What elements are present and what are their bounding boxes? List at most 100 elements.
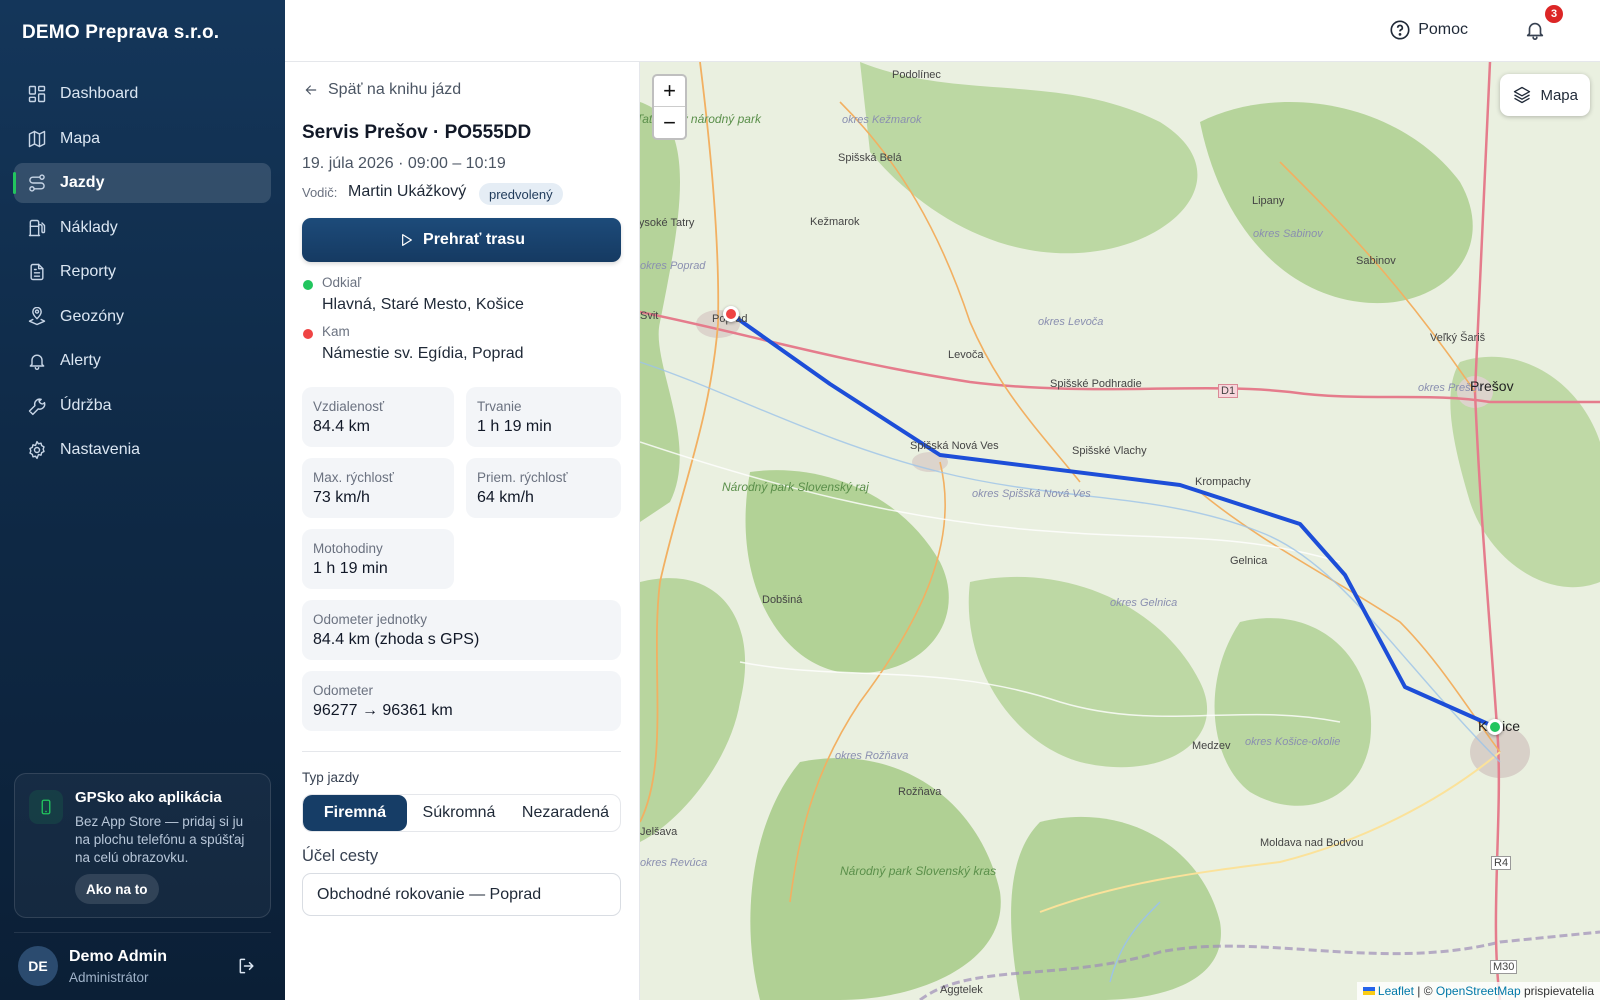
map-label: Podolínec — [892, 69, 941, 81]
divider — [302, 751, 621, 752]
map-icon — [28, 130, 46, 147]
trip-type-unassigned[interactable]: Nezaradená — [511, 795, 620, 831]
map-label: Moldava nad Bodvou — [1260, 837, 1364, 849]
sidebar-item-geozony[interactable]: Geozóny — [14, 297, 271, 337]
sidebar-item-udrzba[interactable]: Údržba — [14, 386, 271, 426]
sidebar-item-mapa[interactable]: Mapa — [14, 119, 271, 159]
trip-type-segmented-control: Firemná Súkromná Nezaradená — [302, 794, 621, 832]
map-label: okres Košice-okolie — [1245, 736, 1341, 748]
map-label: Spišské Vlachy — [1072, 445, 1147, 457]
map-layer-label: Mapa — [1540, 86, 1578, 104]
start-point-dot — [303, 280, 313, 290]
sidebar-item-label: Alerty — [60, 352, 101, 369]
stat-unit-odometer: Odometer jednotky 84.4 km (zhoda s GPS) — [302, 600, 621, 660]
sidebar-item-alerty[interactable]: Alerty — [14, 341, 271, 381]
sidebar-item-reporty[interactable]: Reporty — [14, 252, 271, 292]
map-label: Rožňava — [898, 786, 942, 798]
sidebar-item-label: Reporty — [60, 263, 117, 280]
zoom-control: + − — [652, 74, 687, 140]
stat-value: 64 km/h — [477, 489, 534, 506]
bell-icon — [1526, 22, 1544, 40]
stat-label: Motohodiny — [313, 541, 383, 556]
sidebar-item-dashboard[interactable]: Dashboard — [14, 74, 271, 114]
map-label: Svit — [640, 310, 659, 322]
map-label: Dobšiná — [762, 594, 803, 606]
stat-avg-speed: Priem. rýchlosť 64 km/h — [466, 458, 621, 518]
map-label: okres Revúca — [640, 857, 708, 869]
map-view[interactable]: Podolínec okres Kežmarok Tatranský národ… — [640, 62, 1600, 1000]
stat-label: Odometer jednotky — [313, 612, 428, 627]
trip-detail-panel: Späť na knihu jázd Servis Prešov · PO555… — [285, 62, 640, 1000]
trip-type-private[interactable]: Súkromná — [407, 795, 511, 831]
sidebar-item-jazdy[interactable]: Jazdy — [13, 163, 271, 203]
zoom-out-button[interactable]: − — [654, 107, 685, 138]
back-link[interactable]: Späť na knihu jázd — [303, 81, 461, 99]
map-label: okres Levoča — [1038, 316, 1104, 328]
trip-type-label: Typ jazdy — [302, 770, 360, 785]
map-label: M30 — [1490, 960, 1518, 974]
map-label: Sabinov — [1356, 255, 1396, 267]
stat-distance: Vzdialenosť 84.4 km — [302, 387, 454, 447]
back-label: Späť na knihu jázd — [328, 81, 462, 98]
trip-time: 19. júla 2026 · 09:00 – 10:19 — [302, 155, 506, 172]
stat-value: 73 km/h — [313, 489, 370, 506]
divider — [14, 932, 271, 933]
map-label: Levoča — [948, 349, 984, 361]
sidebar-item-label: Mapa — [60, 129, 101, 147]
company-name: DEMO Preprava s.r.o. — [22, 22, 220, 43]
purpose-input[interactable] — [302, 873, 621, 916]
end-marker[interactable] — [723, 306, 739, 322]
geofence-icon — [28, 306, 46, 325]
map-label: Jelšava — [640, 826, 678, 838]
stat-duration: Trvanie 1 h 19 min — [466, 387, 621, 447]
purpose-label: Účel cesty — [302, 847, 379, 865]
trip-type-business[interactable]: Firemná — [303, 795, 407, 831]
user-role: Administrátor — [69, 970, 149, 985]
map-label: D1 — [1218, 384, 1239, 398]
map-label: okres Sabinov — [1253, 228, 1323, 240]
promo-title: GPSko ako aplikácia — [75, 789, 222, 806]
stat-motohours: Motohodiny 1 h 19 min — [302, 529, 454, 589]
map-label: okres Rožňava — [835, 750, 909, 762]
osm-link[interactable]: OpenStreetMap — [1436, 984, 1521, 998]
play-route-label: Prehrať trasu — [423, 231, 525, 248]
map-layer-button[interactable]: Mapa — [1500, 74, 1590, 116]
sidebar-item-nastavenia[interactable]: Nastavenia — [14, 430, 271, 470]
stat-label: Odometer — [313, 683, 374, 698]
stat-odometer: Odometer 96277 → 96361 km — [302, 671, 621, 731]
report-icon — [30, 263, 44, 281]
sidebar-item-label: Náklady — [60, 218, 118, 236]
driver-label: Vodič: — [302, 185, 338, 200]
notification-count-badge: 3 — [1545, 5, 1563, 23]
sidebar-item-naklady[interactable]: Náklady — [14, 208, 271, 248]
map-label: Národný park Slovenský kras — [840, 864, 997, 878]
zoom-in-button[interactable]: + — [654, 76, 685, 107]
map-tiles — [640, 62, 1600, 1000]
notifications-button[interactable] — [1524, 19, 1548, 43]
help-label: Pomoc — [1418, 21, 1468, 38]
stat-label: Vzdialenosť — [313, 399, 385, 414]
stat-label: Trvanie — [477, 399, 522, 414]
stat-value: 1 h 19 min — [313, 560, 388, 577]
stat-label: Max. rýchlosť — [313, 470, 394, 485]
logout-button[interactable] — [237, 956, 259, 978]
avatar[interactable]: DE — [18, 946, 58, 986]
map-label: Aggtelek — [940, 984, 983, 996]
driver-name: Martin Ukážkový — [348, 183, 467, 200]
map-label: Prešov — [1470, 378, 1514, 394]
sidebar-item-label: Dashboard — [60, 85, 139, 102]
start-marker[interactable] — [1487, 719, 1503, 735]
map-label: R4 — [1491, 856, 1512, 870]
leaflet-link[interactable]: Leaflet — [1378, 984, 1414, 998]
dashboard-icon — [28, 85, 46, 103]
stat-value: 96277 → 96361 km — [313, 702, 453, 719]
play-route-button[interactable]: Prehrať trasu — [302, 218, 621, 262]
help-button[interactable]: Pomoc — [1389, 19, 1468, 41]
help-icon — [1390, 20, 1410, 40]
from-address: Hlavná, Staré Mesto, Košice — [322, 296, 524, 313]
layers-icon — [1514, 86, 1531, 104]
end-point-dot — [303, 329, 313, 339]
map-label: Gelnica — [1230, 555, 1268, 567]
promo-howto-button[interactable]: Ako na to — [75, 874, 159, 904]
from-label: Odkiaľ — [322, 275, 362, 290]
